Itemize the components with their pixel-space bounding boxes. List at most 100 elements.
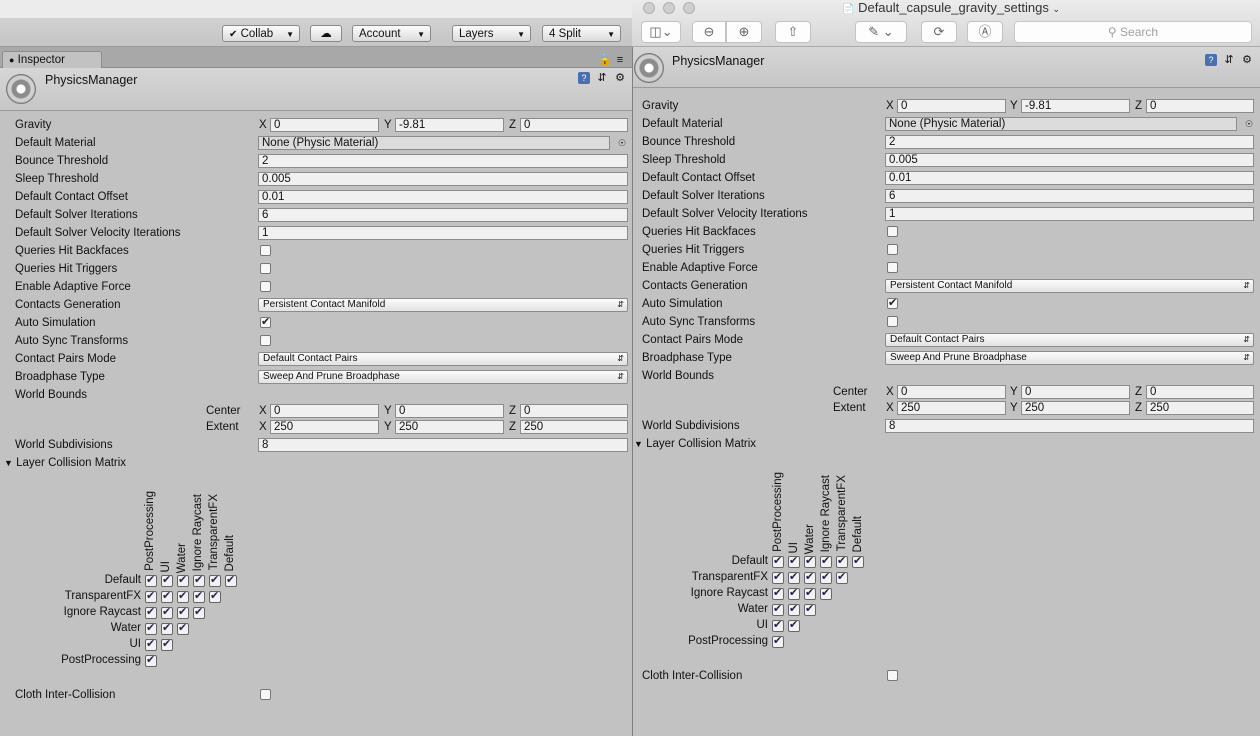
matrix-checkbox[interactable] [177, 589, 189, 603]
enable-adaptive-force-checkbox[interactable] [260, 281, 271, 292]
gravity-y-field[interactable]: -9.81 [395, 118, 504, 132]
matrix-checkbox[interactable] [788, 570, 800, 584]
matrix-checkbox[interactable] [225, 573, 237, 587]
lock-icon[interactable]: 🔒 [598, 54, 612, 66]
layer-collision-matrix-foldout[interactable]: ▼ Layer Collision Matrix [4, 457, 126, 469]
contacts-generation-dropdown[interactable]: Persistent Contact Manifold ⇵ [885, 279, 1254, 293]
matrix-checkbox[interactable] [772, 554, 784, 568]
matrix-checkbox[interactable] [804, 602, 816, 616]
default-material-field[interactable]: None (Physic Material) [885, 117, 1237, 131]
gravity-x-field[interactable]: 0 [270, 118, 379, 132]
default-solver-velocity-iterations-field[interactable]: 1 [258, 226, 628, 240]
zoom-out-button[interactable]: ⊖ [692, 21, 726, 43]
world-subdivisions-field[interactable]: 8 [885, 419, 1254, 433]
broadphase-type-dropdown[interactable]: Sweep And Prune Broadphase ⇵ [258, 370, 628, 384]
help-book-icon[interactable]: ? [1205, 54, 1217, 66]
matrix-checkbox[interactable] [804, 586, 816, 600]
matrix-checkbox[interactable] [788, 602, 800, 616]
matrix-checkbox[interactable] [161, 621, 173, 635]
cog-menu-icon[interactable]: ⚙ [614, 72, 626, 84]
bounce-threshold-field[interactable]: 2 [885, 135, 1254, 149]
matrix-checkbox[interactable] [193, 573, 205, 587]
gravity-z-field[interactable]: 0 [1146, 99, 1254, 113]
default-material-field[interactable]: None (Physic Material) [258, 136, 610, 150]
zoom-in-button[interactable]: ⊕ [726, 21, 762, 43]
window-title[interactable]: 📄 Default_capsule_gravity_settings ⌄ [842, 0, 1060, 15]
default-contact-offset-field[interactable]: 0.01 [885, 171, 1254, 185]
zoom-window-button[interactable] [683, 2, 695, 14]
gravity-z-field[interactable]: 0 [520, 118, 628, 132]
search-input[interactable]: ⚲ Search [1014, 21, 1252, 43]
extent-z-field[interactable]: 250 [1146, 401, 1254, 415]
bounce-threshold-field[interactable]: 2 [258, 154, 628, 168]
matrix-checkbox[interactable] [788, 586, 800, 600]
matrix-checkbox[interactable] [820, 570, 832, 584]
matrix-checkbox[interactable] [145, 653, 157, 667]
cloth-inter-collision-checkbox[interactable] [260, 689, 271, 700]
auto-sync-transforms-checkbox[interactable] [887, 316, 898, 327]
gravity-x-field[interactable]: 0 [897, 99, 1006, 113]
matrix-checkbox[interactable] [788, 618, 800, 632]
gravity-y-field[interactable]: -9.81 [1021, 99, 1130, 113]
center-y-field[interactable]: 0 [395, 404, 504, 418]
minimize-window-button[interactable] [663, 2, 675, 14]
layers-dropdown[interactable]: Layers ▼ [452, 25, 531, 42]
close-window-button[interactable] [643, 2, 655, 14]
annotate-button[interactable]: Ⓐ [967, 21, 1003, 43]
matrix-checkbox[interactable] [161, 637, 173, 651]
center-x-field[interactable]: 0 [897, 385, 1006, 399]
matrix-checkbox[interactable] [209, 589, 221, 603]
matrix-checkbox[interactable] [145, 621, 157, 635]
matrix-checkbox[interactable] [177, 573, 189, 587]
matrix-checkbox[interactable] [772, 618, 784, 632]
sleep-threshold-field[interactable]: 0.005 [885, 153, 1254, 167]
sleep-threshold-field[interactable]: 0.005 [258, 172, 628, 186]
layer-collision-matrix-foldout[interactable]: ▼ Layer Collision Matrix [634, 438, 756, 450]
matrix-checkbox[interactable] [145, 637, 157, 651]
auto-simulation-checkbox[interactable] [887, 296, 898, 309]
center-z-field[interactable]: 0 [1146, 385, 1254, 399]
broadphase-type-dropdown[interactable]: Sweep And Prune Broadphase ⇵ [885, 351, 1254, 365]
enable-adaptive-force-checkbox[interactable] [887, 262, 898, 273]
matrix-checkbox[interactable] [804, 570, 816, 584]
extent-z-field[interactable]: 250 [520, 420, 628, 434]
auto-simulation-checkbox[interactable] [260, 315, 271, 328]
contacts-generation-dropdown[interactable]: Persistent Contact Manifold ⇵ [258, 298, 628, 312]
rotate-button[interactable]: ⟳ [921, 21, 957, 43]
layout-dropdown[interactable]: 4 Split ▼ [542, 25, 621, 42]
center-x-field[interactable]: 0 [270, 404, 379, 418]
object-picker-icon[interactable]: ☉ [616, 137, 628, 149]
tab-inspector[interactable]: ● Inspector [2, 51, 102, 68]
matrix-checkbox[interactable] [836, 570, 848, 584]
extent-x-field[interactable]: 250 [897, 401, 1006, 415]
world-subdivisions-field[interactable]: 8 [258, 438, 628, 452]
preset-sliders-icon[interactable]: ⇵ [1223, 54, 1235, 66]
contact-pairs-mode-dropdown[interactable]: Default Contact Pairs ⇵ [885, 333, 1254, 347]
matrix-checkbox[interactable] [193, 605, 205, 619]
matrix-checkbox[interactable] [177, 605, 189, 619]
default-solver-iterations-field[interactable]: 6 [258, 208, 628, 222]
tab-menu-icon[interactable]: ≡ [614, 54, 626, 66]
auto-sync-transforms-checkbox[interactable] [260, 335, 271, 346]
object-picker-icon[interactable]: ☉ [1243, 118, 1255, 130]
matrix-checkbox[interactable] [145, 605, 157, 619]
matrix-checkbox[interactable] [193, 589, 205, 603]
cloud-button[interactable]: ☁ [310, 25, 342, 42]
matrix-checkbox[interactable] [836, 554, 848, 568]
matrix-checkbox[interactable] [161, 605, 173, 619]
default-solver-velocity-iterations-field[interactable]: 1 [885, 207, 1254, 221]
matrix-checkbox[interactable] [772, 586, 784, 600]
default-contact-offset-field[interactable]: 0.01 [258, 190, 628, 204]
matrix-checkbox[interactable] [209, 573, 221, 587]
markup-button[interactable]: ✎ ⌄ [855, 21, 907, 43]
extent-y-field[interactable]: 250 [395, 420, 504, 434]
matrix-checkbox[interactable] [852, 554, 864, 568]
extent-y-field[interactable]: 250 [1021, 401, 1130, 415]
matrix-checkbox[interactable] [820, 554, 832, 568]
matrix-checkbox[interactable] [772, 634, 784, 648]
matrix-checkbox[interactable] [804, 554, 816, 568]
preset-sliders-icon[interactable]: ⇵ [596, 72, 608, 84]
sidebar-button[interactable]: ◫⌄ [641, 21, 681, 43]
matrix-checkbox[interactable] [772, 602, 784, 616]
cog-menu-icon[interactable]: ⚙ [1241, 54, 1253, 66]
